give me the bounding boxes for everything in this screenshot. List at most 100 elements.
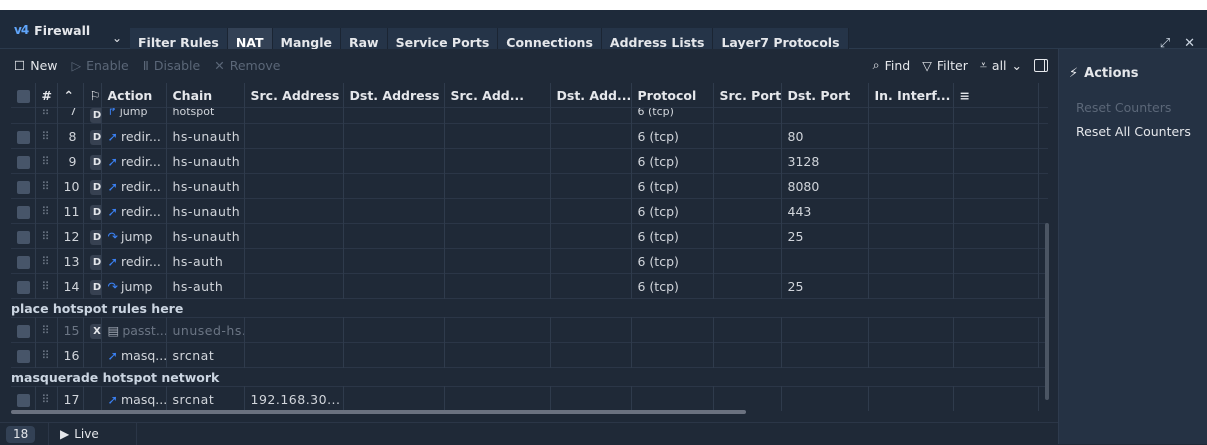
- drag-handle-icon[interactable]: ⠿: [35, 386, 58, 411]
- masquerade-icon: ➚: [107, 347, 118, 363]
- table-row[interactable]: ⠿ 14 D ↷ jump hs-auth 6 (tcp) 25: [11, 273, 1048, 299]
- vertical-scrollbar[interactable]: [1044, 223, 1050, 400]
- col-dst-address-list[interactable]: Dst. Add...: [550, 83, 632, 108]
- disable-button[interactable]: Ⅱ Disable: [143, 58, 201, 73]
- table-row[interactable]: ⠿ 11 D ➚ redir... hs-unauth 6 (tcp) 443: [11, 198, 1048, 224]
- reset-all-counters-button[interactable]: Reset All Counters: [1076, 124, 1191, 139]
- scroll-thumb[interactable]: [1045, 223, 1049, 400]
- table-row[interactable]: ⠿ 12 D ↷ jump hs-unauth 6 (tcp) 25: [11, 223, 1048, 249]
- row-action: ➚ redir...: [101, 248, 167, 274]
- table-row[interactable]: ⠿ 17 ➚ masq... srcnat 192.168.30...: [11, 386, 1048, 411]
- redirect-icon: ➚: [107, 178, 118, 194]
- comment-row: masquerade hotspot network: [11, 367, 1048, 387]
- status-bar: 18 ▶ Live: [0, 422, 1058, 445]
- drag-handle-icon[interactable]: ⠿: [35, 123, 58, 149]
- toolbar: ☐ New ▷ Enable Ⅱ Disable ✕ Remove ⌕ Find: [0, 49, 1058, 83]
- new-icon: ☐: [14, 58, 26, 73]
- col-src-address[interactable]: Src. Address: [244, 83, 344, 108]
- live-button[interactable]: ▶ Live: [60, 427, 99, 441]
- row-dst-port: 8080: [781, 173, 869, 199]
- filter-button[interactable]: ▽ Filter: [922, 58, 968, 73]
- row-checkbox[interactable]: [17, 155, 30, 169]
- actions-panel: ⚡ Actions Reset Counters Reset All Count…: [1058, 49, 1207, 444]
- col-in-interface[interactable]: In. Interf...: [868, 83, 954, 108]
- column-menu-icon[interactable]: ≡: [953, 83, 1039, 108]
- play-icon: ▷: [71, 58, 82, 73]
- row-number: 15: [57, 317, 84, 343]
- jump-icon: ↷: [107, 228, 118, 244]
- menu-chevron-down-icon[interactable]: ⌄: [107, 28, 127, 48]
- select-all-checkbox[interactable]: [11, 83, 36, 108]
- drag-handle-icon[interactable]: ⠿: [35, 148, 58, 174]
- reset-counters-button[interactable]: Reset Counters: [1076, 100, 1171, 115]
- row-dst-port: [781, 248, 869, 274]
- play-icon: ▶: [60, 427, 70, 441]
- row-count-badge: 18: [6, 426, 36, 443]
- table-row[interactable]: ⠿ 16 ➚ masq... srcnat: [11, 342, 1048, 368]
- table-row[interactable]: ⠿ 7 D ↱ jump hotspot 6 (tcp): [11, 107, 1048, 124]
- row-protocol: 6 (tcp): [631, 173, 714, 199]
- sort-filter-icon: ⩡: [979, 57, 987, 72]
- dynamic-badge: D: [89, 179, 100, 195]
- row-chain: hs-unauth: [166, 223, 245, 249]
- app-name: Firewall: [34, 22, 91, 38]
- row-checkbox[interactable]: [17, 255, 30, 269]
- col-src-address-list[interactable]: Src. Add...: [444, 83, 551, 108]
- row-checkbox[interactable]: [17, 393, 30, 407]
- col-dst-address[interactable]: Dst. Address: [343, 83, 445, 108]
- col-chain[interactable]: Chain: [166, 83, 245, 108]
- table-row[interactable]: ⠿ 15 X ▤passt... unused-hs...: [11, 317, 1048, 343]
- scroll-thumb[interactable]: [11, 410, 746, 414]
- row-checkbox[interactable]: [17, 280, 30, 294]
- col-src-port[interactable]: Src. Port: [713, 83, 782, 108]
- jump-icon: ↷: [107, 278, 118, 294]
- find-button[interactable]: ⌕ Find: [873, 57, 911, 73]
- horizontal-scrollbar[interactable]: [11, 409, 1048, 415]
- row-action: ➚ masq...: [101, 342, 167, 368]
- row-checkbox[interactable]: [17, 205, 30, 219]
- col-dst-port[interactable]: Dst. Port: [781, 83, 869, 108]
- panel-toggle-icon[interactable]: [1034, 58, 1048, 72]
- table-row[interactable]: ⠿ 9 D ➚ redir... hs-unauth 6 (tcp) 3128: [11, 148, 1048, 174]
- row-checkbox[interactable]: [17, 130, 30, 144]
- row-action: ➚ redir...: [101, 148, 167, 174]
- col-protocol[interactable]: Protocol: [631, 83, 714, 108]
- drag-handle-icon[interactable]: ⠿: [35, 317, 58, 343]
- row-number: 14: [57, 273, 84, 299]
- table-row[interactable]: ⠿ 13 D ➚ redir... hs-auth 6 (tcp): [11, 248, 1048, 274]
- remove-button[interactable]: ✕ Remove: [214, 58, 280, 73]
- enable-label: Enable: [86, 58, 129, 73]
- drag-handle-icon[interactable]: ⠿: [35, 248, 58, 274]
- row-dst-port: 25: [781, 273, 869, 299]
- row-protocol: 6 (tcp): [631, 148, 714, 174]
- table-row[interactable]: ⠿ 8 D ➚ redir... hs-unauth 6 (tcp) 80: [11, 123, 1048, 149]
- sort-asc-icon[interactable]: ⌃: [57, 83, 84, 108]
- table-row[interactable]: ⠿ 10 D ➚ redir... hs-unauth 6 (tcp) 8080: [11, 173, 1048, 199]
- drag-handle-icon[interactable]: ⠿: [35, 223, 58, 249]
- actions-title: Actions: [1084, 66, 1139, 81]
- table-header: # ⌃ ⚐ Action Chain Src. Address Dst. Add…: [11, 83, 1048, 108]
- row-checkbox[interactable]: [17, 180, 30, 194]
- col-num[interactable]: #: [35, 83, 58, 108]
- drag-handle-icon[interactable]: ⠿: [35, 342, 58, 368]
- drag-handle-icon[interactable]: ⠿: [35, 173, 58, 199]
- row-chain: hs-auth: [166, 248, 245, 274]
- live-label: Live: [74, 427, 99, 441]
- row-number: 9: [57, 148, 84, 174]
- row-checkbox[interactable]: [17, 230, 30, 244]
- new-button[interactable]: ☐ New: [14, 58, 57, 73]
- enable-button[interactable]: ▷ Enable: [71, 58, 128, 73]
- dynamic-badge: D: [89, 204, 100, 220]
- comment-row: place hotspot rules here: [11, 298, 1048, 318]
- row-checkbox[interactable]: [17, 349, 30, 363]
- all-dropdown[interactable]: ⩡ all ⌄: [980, 57, 1022, 73]
- col-action[interactable]: Action: [101, 83, 167, 108]
- all-label: all: [991, 57, 1007, 73]
- pause-icon: Ⅱ: [142, 58, 149, 73]
- dynamic-badge: D: [89, 279, 100, 295]
- row-checkbox[interactable]: [17, 324, 30, 338]
- drag-handle-icon[interactable]: ⠿: [35, 273, 58, 299]
- redirect-icon: ➚: [107, 203, 118, 219]
- flag-icon[interactable]: ⚐: [83, 83, 102, 108]
- drag-handle-icon[interactable]: ⠿: [35, 198, 58, 224]
